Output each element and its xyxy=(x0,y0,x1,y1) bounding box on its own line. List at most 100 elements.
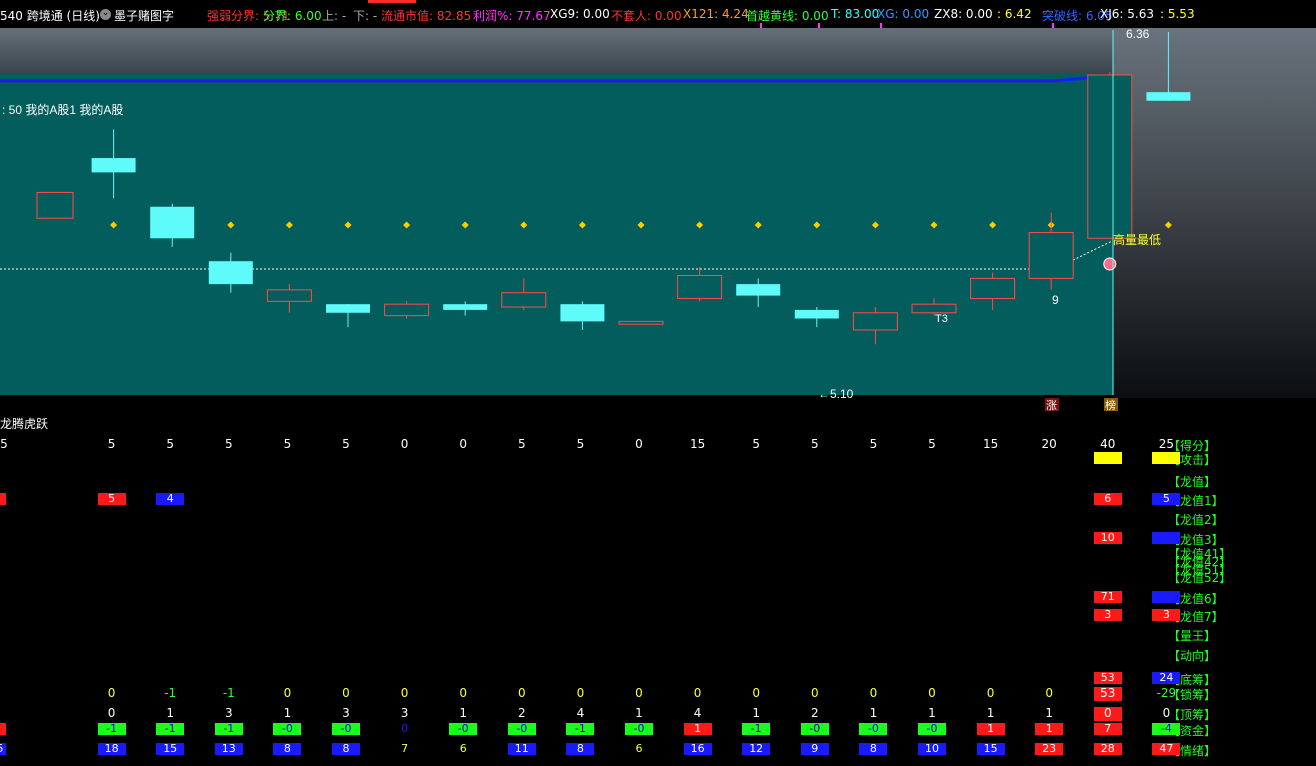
row-value: 5 xyxy=(107,437,116,451)
row-box: 47 xyxy=(1152,743,1181,755)
t3-label: T3 xyxy=(935,313,948,325)
row-box: 24 xyxy=(1152,672,1181,684)
row-box: -4 xyxy=(1152,723,1181,735)
row-value: 0 xyxy=(1103,706,1112,720)
row-value: 1 xyxy=(166,706,174,720)
row-value: 1 xyxy=(459,706,467,720)
row-box: -1 xyxy=(156,723,185,735)
row-value: 0 xyxy=(400,686,409,700)
panel-title: 龙腾虎跃 xyxy=(0,417,49,431)
row-value: 5 xyxy=(0,437,8,451)
header-item-15: : 6.42 xyxy=(997,7,1032,21)
candle-body-down xyxy=(560,304,605,322)
row-value: 15 xyxy=(689,437,706,451)
row-value: -1 xyxy=(222,686,235,700)
row-box: 8 xyxy=(859,743,888,755)
row-label-12: 【量王】 xyxy=(1168,629,1217,643)
row-value: 0 xyxy=(635,437,643,451)
row-box: 4 xyxy=(156,493,185,505)
row-value: -1 xyxy=(164,686,177,700)
header-item-10: X121: 4.24 xyxy=(683,7,749,21)
candle-body-down xyxy=(1146,92,1191,101)
row-value: 0 xyxy=(693,686,702,700)
row-box: 7 xyxy=(390,743,419,755)
row-value: 3 xyxy=(400,706,409,720)
count-label: 9 xyxy=(1052,293,1059,307)
row-box: 10 xyxy=(1093,532,1122,544)
row-value: 5 xyxy=(283,437,292,451)
candle-body-up xyxy=(970,277,1016,299)
header-item-13: XG: 0.00 xyxy=(877,7,930,21)
row-value: 5 xyxy=(224,437,233,451)
row-value: 1 xyxy=(928,706,936,720)
row-box: -0 xyxy=(625,723,653,735)
row-value: 3 xyxy=(224,706,233,720)
header-item-8: XG9: 0.00 xyxy=(550,7,610,21)
row-value: 5 xyxy=(342,437,350,451)
row-value: 0 xyxy=(869,686,878,700)
row-box: 1 xyxy=(976,723,1005,735)
row-value: 5 xyxy=(166,437,174,451)
header-item-11: 首越黄线: 0.00 xyxy=(746,9,829,23)
row-box: 13 xyxy=(214,743,243,755)
row-box: 3 xyxy=(1093,609,1122,621)
candle-body-up xyxy=(36,191,74,219)
row-label-4: 【龙值2】 xyxy=(1168,513,1224,527)
row-box: 8 xyxy=(566,743,595,755)
row-box: -1 xyxy=(742,723,771,735)
header-item-7: 利润%: 77.67 xyxy=(473,9,551,23)
chart-top-band xyxy=(0,28,1113,74)
header-item-17: XJ6: 5.63 xyxy=(1100,7,1154,21)
candle-body-down xyxy=(91,158,136,173)
row-value: 2 xyxy=(810,706,819,720)
annotation-label: 高量最低 xyxy=(1113,232,1161,247)
row-value: 1 xyxy=(869,706,878,720)
chart-right-band xyxy=(1113,28,1316,398)
row-box: 12 xyxy=(742,743,771,755)
row-value: 0 xyxy=(342,686,350,700)
row-box: -1 xyxy=(97,723,126,735)
row-box: 28 xyxy=(1093,743,1122,755)
row-box: 3 xyxy=(1152,609,1181,621)
row-value: 15 xyxy=(982,437,999,451)
row-box: -0 xyxy=(273,723,302,735)
row-value: 0 xyxy=(986,686,995,700)
row-value: 1 xyxy=(986,706,995,720)
row-box: -0 xyxy=(918,723,946,735)
row-value: 0 xyxy=(1162,706,1171,720)
row-box: 7 xyxy=(1093,723,1122,735)
row-box: -0 xyxy=(800,723,829,735)
chart-legend-text: : 50 我的A股1 我的A股 xyxy=(2,102,123,117)
candle-body-up xyxy=(618,320,664,325)
row-box xyxy=(0,723,6,735)
pink-flower-icon xyxy=(1103,257,1117,271)
row-value: 0 xyxy=(517,686,526,700)
row-box xyxy=(1152,452,1181,464)
chevron-down-icon[interactable]: ⌄ xyxy=(100,9,111,20)
row-value: 1 xyxy=(752,706,760,720)
row-value: 0 xyxy=(635,686,643,700)
row-box xyxy=(1152,591,1181,603)
candle-body-up xyxy=(852,312,898,331)
row-box: 1 xyxy=(1035,723,1064,735)
candlestick-chart[interactable]: : 50 我的A股1 我的A股 6.36 ←5.10 高量最低 T3 9 涨 榜 xyxy=(0,28,1316,413)
row-box: 53 xyxy=(1093,672,1122,684)
header-item-12: T: 83.00 xyxy=(831,7,880,21)
row-box: 5 xyxy=(0,743,6,755)
row-box: 71 xyxy=(1093,591,1122,603)
candle-body-up xyxy=(911,303,957,314)
row-value: 20 xyxy=(1041,437,1057,451)
row-box: -0 xyxy=(449,723,478,735)
header-item-1: 墨子赌图字 xyxy=(114,9,175,23)
row-box: 6 xyxy=(1093,493,1122,505)
row-value: 1 xyxy=(283,706,292,720)
candle-body-up xyxy=(384,303,430,317)
row-value: 53 xyxy=(1100,686,1116,700)
row-value: 25 xyxy=(1158,437,1175,451)
candle-body-down xyxy=(208,261,253,285)
bang-badge-label: 榜 xyxy=(1105,398,1116,412)
row-label-2: 【龙值】 xyxy=(1168,475,1217,489)
row-value: 0 xyxy=(1045,686,1053,700)
candle-body-up xyxy=(266,289,312,302)
row-box: 10 xyxy=(918,743,946,755)
